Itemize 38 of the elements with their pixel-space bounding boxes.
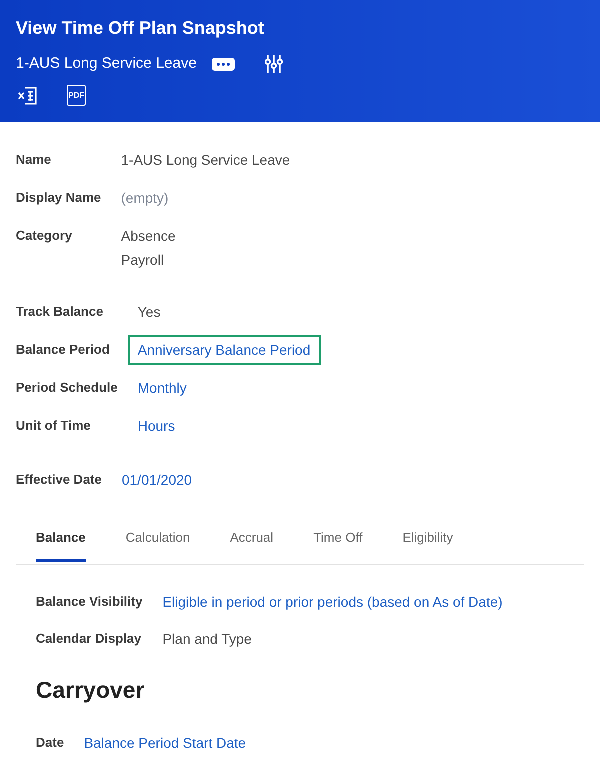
tab[interactable]: Accrual: [210, 514, 294, 564]
excel-export-button[interactable]: [18, 86, 38, 106]
field-link[interactable]: Anniversary Balance Period: [138, 338, 311, 362]
field-value: Absence: [121, 227, 176, 246]
field-value: Plan and Type: [162, 630, 252, 649]
field-label: Track Balance: [16, 303, 104, 321]
related-actions-button[interactable]: [264, 54, 283, 74]
pdf-export-button[interactable]: PDF: [67, 85, 86, 106]
sliders-icon: [264, 54, 283, 74]
field-label: Effective Date: [16, 471, 102, 489]
field-link[interactable]: Eligible in period or prior periods (based on As of Date): [162, 590, 503, 614]
field-value: (empty): [121, 189, 169, 208]
field-link[interactable]: 01/01/2020: [122, 468, 192, 492]
field-label: Balance Visibility: [36, 593, 143, 611]
field-label: Calendar Display: [36, 630, 142, 648]
more-actions-button[interactable]: [212, 58, 235, 70]
field-label: Period Schedule: [16, 379, 118, 397]
field-label: Unit of Time: [16, 417, 92, 435]
field-label: Date: [36, 734, 64, 752]
field-link[interactable]: Monthly: [138, 376, 187, 400]
ellipsis-icon: [216, 62, 230, 66]
tab[interactable]: Balance: [16, 514, 106, 564]
field-value: Yes: [138, 303, 161, 322]
page-title: View Time Off Plan Snapshot: [16, 17, 266, 40]
tab[interactable]: Time Off: [294, 514, 383, 564]
spreadsheet-icon: [18, 86, 38, 106]
plan-name: 1-AUS Long Service Leave: [16, 54, 197, 74]
field-label: Display Name: [16, 189, 102, 207]
field-value: Payroll: [121, 251, 164, 270]
section-heading: Carryover: [35, 676, 146, 705]
tab[interactable]: Eligibility: [382, 514, 474, 564]
field-link[interactable]: Hours: [138, 414, 176, 438]
field-link[interactable]: Balance Period Start Date: [84, 731, 246, 755]
field-label: Balance Period: [16, 341, 111, 359]
field-value: 1-AUS Long Service Leave: [121, 151, 290, 170]
field-label: Category: [16, 227, 74, 245]
tab[interactable]: Calculation: [106, 514, 210, 564]
field-label: Name: [16, 151, 52, 169]
